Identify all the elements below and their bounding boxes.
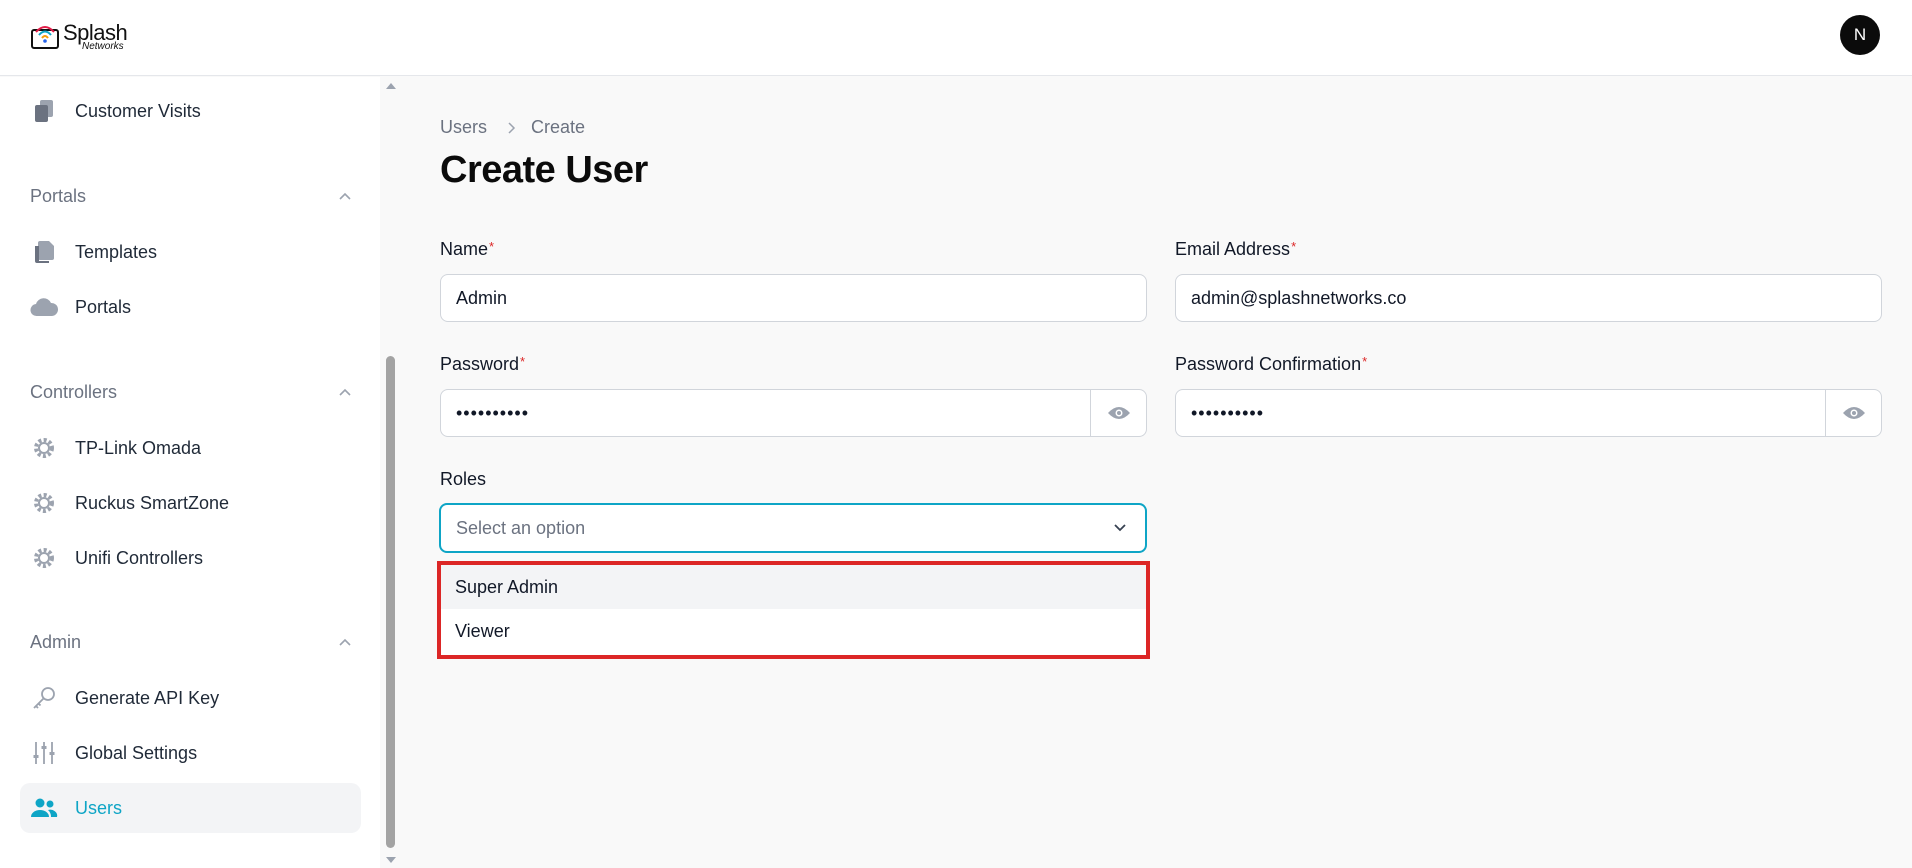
password-label: Password* [440,354,525,375]
roles-select[interactable]: Select an option [439,503,1147,553]
eye-icon [1107,407,1130,419]
password-confirmation-value: •••••••••• [1191,402,1265,423]
sidebar-item-customer-visits[interactable]: Customer Visits [20,86,361,136]
top-bar: Splash Networks N [0,0,1912,76]
sidebar-item-templates[interactable]: Templates [20,227,361,277]
roles-label: Roles [440,469,487,489]
documents-icon [30,238,58,266]
key-icon [30,684,58,712]
group-title: Admin [30,631,82,652]
email-label: Email Address* [1175,239,1296,260]
chevron-right-icon [507,121,517,135]
name-label: Name* [440,239,494,260]
required-mark: * [489,239,495,254]
scroll-up-arrow-icon[interactable] [384,80,398,90]
sidebar-item-label: Users [75,797,123,818]
name-value: Admin [456,287,508,308]
sidebar: Customer Visits Portals Templates Portal… [0,77,380,868]
role-option-viewer[interactable]: Viewer [441,609,1146,653]
sidebar-item-label: TP-Link Omada [75,437,202,458]
required-mark: * [520,354,526,369]
chevron-up-icon [339,192,351,200]
sidebar-item-label: Ruckus SmartZone [75,492,230,513]
sidebar-item-users[interactable]: Users [20,783,361,833]
gear-icon [30,434,58,462]
email-value: admin@splashnetworks.co [1191,287,1407,308]
sidebar-item-label: Customer Visits [75,100,201,121]
breadcrumb-current: Create [531,117,586,137]
password-confirmation-field[interactable]: •••••••••• [1175,389,1882,437]
cloud-icon [30,293,58,321]
chevron-up-icon [339,638,351,646]
required-mark: * [1291,239,1297,254]
email-label-text: Email Address [1175,239,1291,259]
users-icon [30,794,58,822]
user-avatar[interactable]: N [1840,15,1880,55]
show-password-button[interactable] [1090,390,1146,436]
sidebar-scrollbar-thumb[interactable] [386,356,395,848]
sidebar-item-portals[interactable]: Portals [20,282,361,332]
password-confirmation-label-text: Password Confirmation [1175,354,1362,374]
roles-placeholder: Select an option [456,517,586,538]
document-stack-icon [30,97,58,125]
chevron-up-icon [339,388,351,396]
password-confirmation-label: Password Confirmation* [1175,354,1367,375]
email-field[interactable]: admin@splashnetworks.co [1175,274,1882,322]
group-header-admin[interactable]: Admin [30,627,352,657]
page-title: Create User [440,149,648,191]
sidebar-item-tp-link-omada[interactable]: TP-Link Omada [20,423,361,473]
role-option-super-admin[interactable]: Super Admin [441,565,1146,609]
sliders-icon [30,739,58,767]
roles-dropdown: Super Admin Viewer [437,561,1150,659]
sidebar-item-label: Unifi Controllers [75,547,204,568]
required-mark: * [1362,354,1368,369]
main-content: Users Create Create User Name* Admin Ema… [400,77,1912,868]
group-header-controllers[interactable]: Controllers [30,377,352,407]
gear-icon [30,544,58,572]
group-title: Portals [30,185,87,206]
sidebar-item-label: Global Settings [75,742,198,763]
splash-logo[interactable]: Splash Networks [30,18,140,52]
sidebar-item-unifi-controllers[interactable]: Unifi Controllers [20,533,361,583]
sidebar-item-ruckus-smartzone[interactable]: Ruckus SmartZone [20,478,361,528]
sidebar-item-label: Generate API Key [75,687,220,708]
group-title: Controllers [30,381,118,402]
gear-icon [30,489,58,517]
password-field[interactable]: •••••••••• [440,389,1147,437]
password-label-text: Password [440,354,520,374]
sidebar-item-global-settings[interactable]: Global Settings [20,728,361,778]
breadcrumb-users-link[interactable]: Users [440,117,487,138]
eye-icon [1842,407,1865,419]
name-label-text: Name [440,239,489,259]
sidebar-item-label: Portals [75,296,132,317]
password-value: •••••••••• [456,402,530,423]
group-header-portals[interactable]: Portals [30,181,352,211]
chevron-down-icon [1114,524,1126,532]
wifi-monitor-icon [31,26,59,49]
sidebar-item-generate-api-key[interactable]: Generate API Key [20,673,361,723]
breadcrumb: Users Create [440,117,585,138]
logo-subtext: Networks [82,41,124,52]
show-password-confirmation-button[interactable] [1825,390,1881,436]
sidebar-item-label: Templates [75,241,158,262]
scroll-down-arrow-icon[interactable] [384,856,398,866]
name-field[interactable]: Admin [440,274,1147,322]
